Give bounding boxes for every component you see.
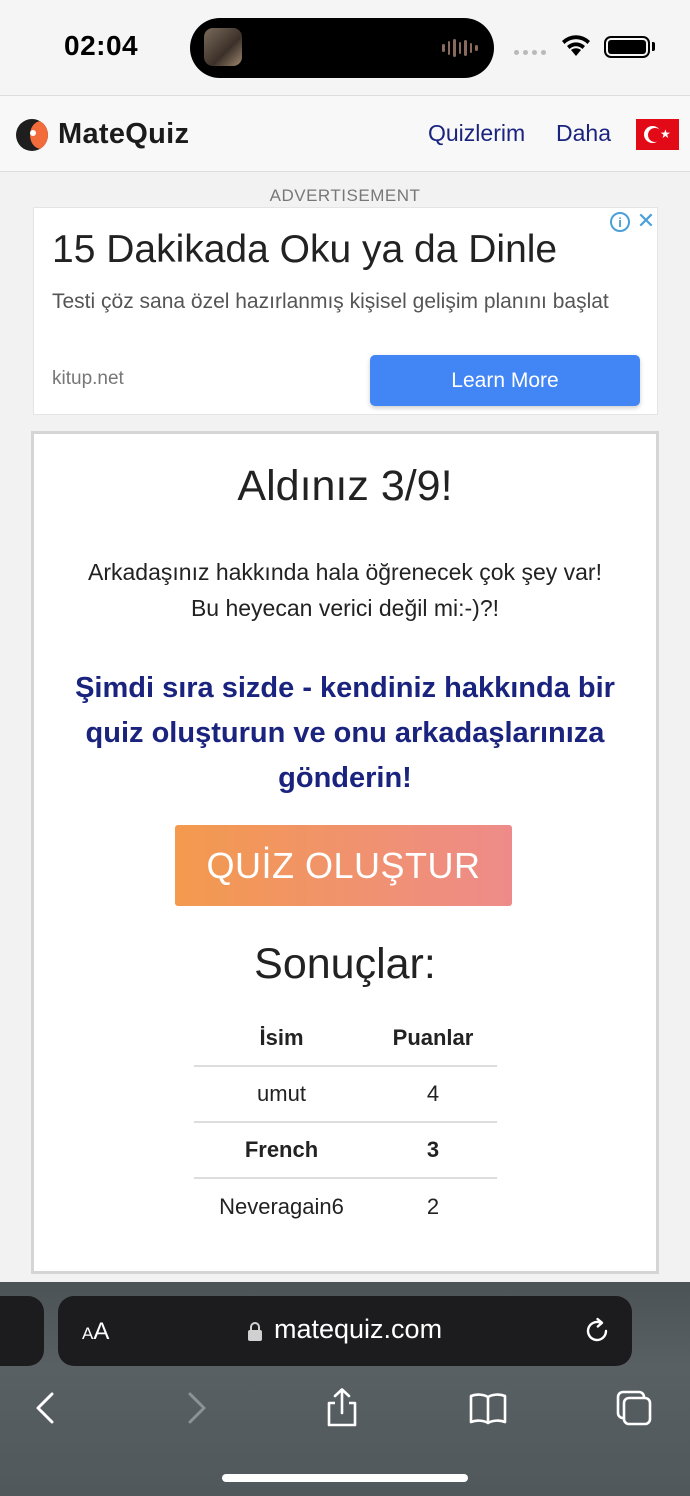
turkey-flag-icon[interactable]: ★: [636, 119, 679, 150]
reload-icon[interactable]: [582, 1316, 612, 1346]
home-indicator[interactable]: [222, 1474, 468, 1482]
flag-crescent: [644, 126, 662, 143]
column-header-name: İsim: [194, 1010, 369, 1067]
table-row: umut 4: [194, 1066, 497, 1123]
site-header: MateQuiz Quizlerim Daha ★: [0, 95, 690, 172]
ad-domain: kitup.net: [52, 368, 124, 389]
result-card: Aldınız 3/9! Arkadaşınız hakkında hala ö…: [31, 431, 659, 1274]
address-bar[interactable]: AA matequiz.com: [58, 1296, 632, 1366]
ad-close-icon[interactable]: ✕: [634, 209, 658, 233]
row-score: 3: [369, 1122, 497, 1179]
create-quiz-button[interactable]: QUİZ OLUŞTUR: [175, 825, 512, 906]
share-icon[interactable]: [322, 1388, 362, 1428]
advertisement-label: ADVERTISEMENT: [269, 186, 421, 205]
results-table: İsim Puanlar umut 4 French 3 Neveragain6…: [194, 1010, 497, 1234]
tabs-icon[interactable]: [614, 1388, 654, 1428]
row-name: French: [194, 1122, 369, 1179]
column-header-score: Puanlar: [369, 1010, 497, 1067]
cellular-signal-icon: [514, 50, 546, 55]
lock-icon: [248, 1322, 262, 1341]
site-logo[interactable]: MateQuiz: [16, 118, 189, 151]
url-text[interactable]: matequiz.com: [274, 1314, 442, 1345]
now-playing-artwork: [204, 28, 242, 66]
row-score: 4: [369, 1066, 497, 1123]
row-score: 2: [426, 1193, 440, 1219]
aa-large-letter: A: [93, 1318, 110, 1345]
table-row: Neveragain6 2: [194, 1178, 497, 1234]
table-header-row: İsim Puanlar: [194, 1010, 497, 1067]
battery-icon: [604, 36, 650, 58]
logo-text: MateQuiz: [58, 118, 190, 150]
nav-daha-link[interactable]: Daha: [556, 120, 611, 147]
ad-title[interactable]: 15 Dakikada Oku ya da Dinle: [52, 228, 557, 272]
ad-description: Testi çöz sana özel hazırlanmış kişisel …: [52, 290, 609, 313]
row-name: umut: [194, 1066, 369, 1123]
dynamic-island[interactable]: [190, 18, 494, 78]
reader-settings-button[interactable]: AA: [82, 1318, 109, 1346]
wifi-icon: [562, 35, 590, 56]
status-bar: 02:04: [0, 0, 690, 95]
audio-waveform-icon: [442, 38, 479, 58]
flag-star: ★: [660, 127, 671, 141]
create-quiz-prompt: Şimdi sıra sizde - kendiniz hakkında bir…: [75, 672, 615, 794]
matequiz-logo-icon: [16, 118, 48, 151]
advertisement-banner[interactable]: 15 Dakikada Oku ya da Dinle Testi çöz sa…: [33, 207, 658, 415]
back-arrow-icon[interactable]: [26, 1388, 66, 1428]
bookmarks-icon[interactable]: [468, 1388, 508, 1428]
score-title: Aldınız 3/9!: [237, 462, 453, 510]
status-time: 02:04: [64, 30, 139, 61]
aa-small-letter: A: [82, 1324, 94, 1343]
battery-nub: [652, 42, 655, 51]
score-message: Arkadaşınız hakkında hala öğrenecek çok …: [88, 559, 602, 621]
ad-learn-more-button[interactable]: Learn More: [370, 355, 640, 406]
previous-tab-preview[interactable]: [0, 1296, 44, 1366]
results-title: Sonuçlar:: [254, 940, 436, 988]
row-name: Neveragain6: [219, 1193, 344, 1219]
browser-toolbar: AA matequiz.com: [0, 1282, 690, 1496]
forward-arrow-icon[interactable]: [176, 1388, 216, 1428]
nav-quizlerim-link[interactable]: Quizlerim: [428, 120, 525, 147]
ad-info-icon[interactable]: i: [610, 212, 630, 232]
table-row-current-user: French 3: [194, 1122, 497, 1179]
